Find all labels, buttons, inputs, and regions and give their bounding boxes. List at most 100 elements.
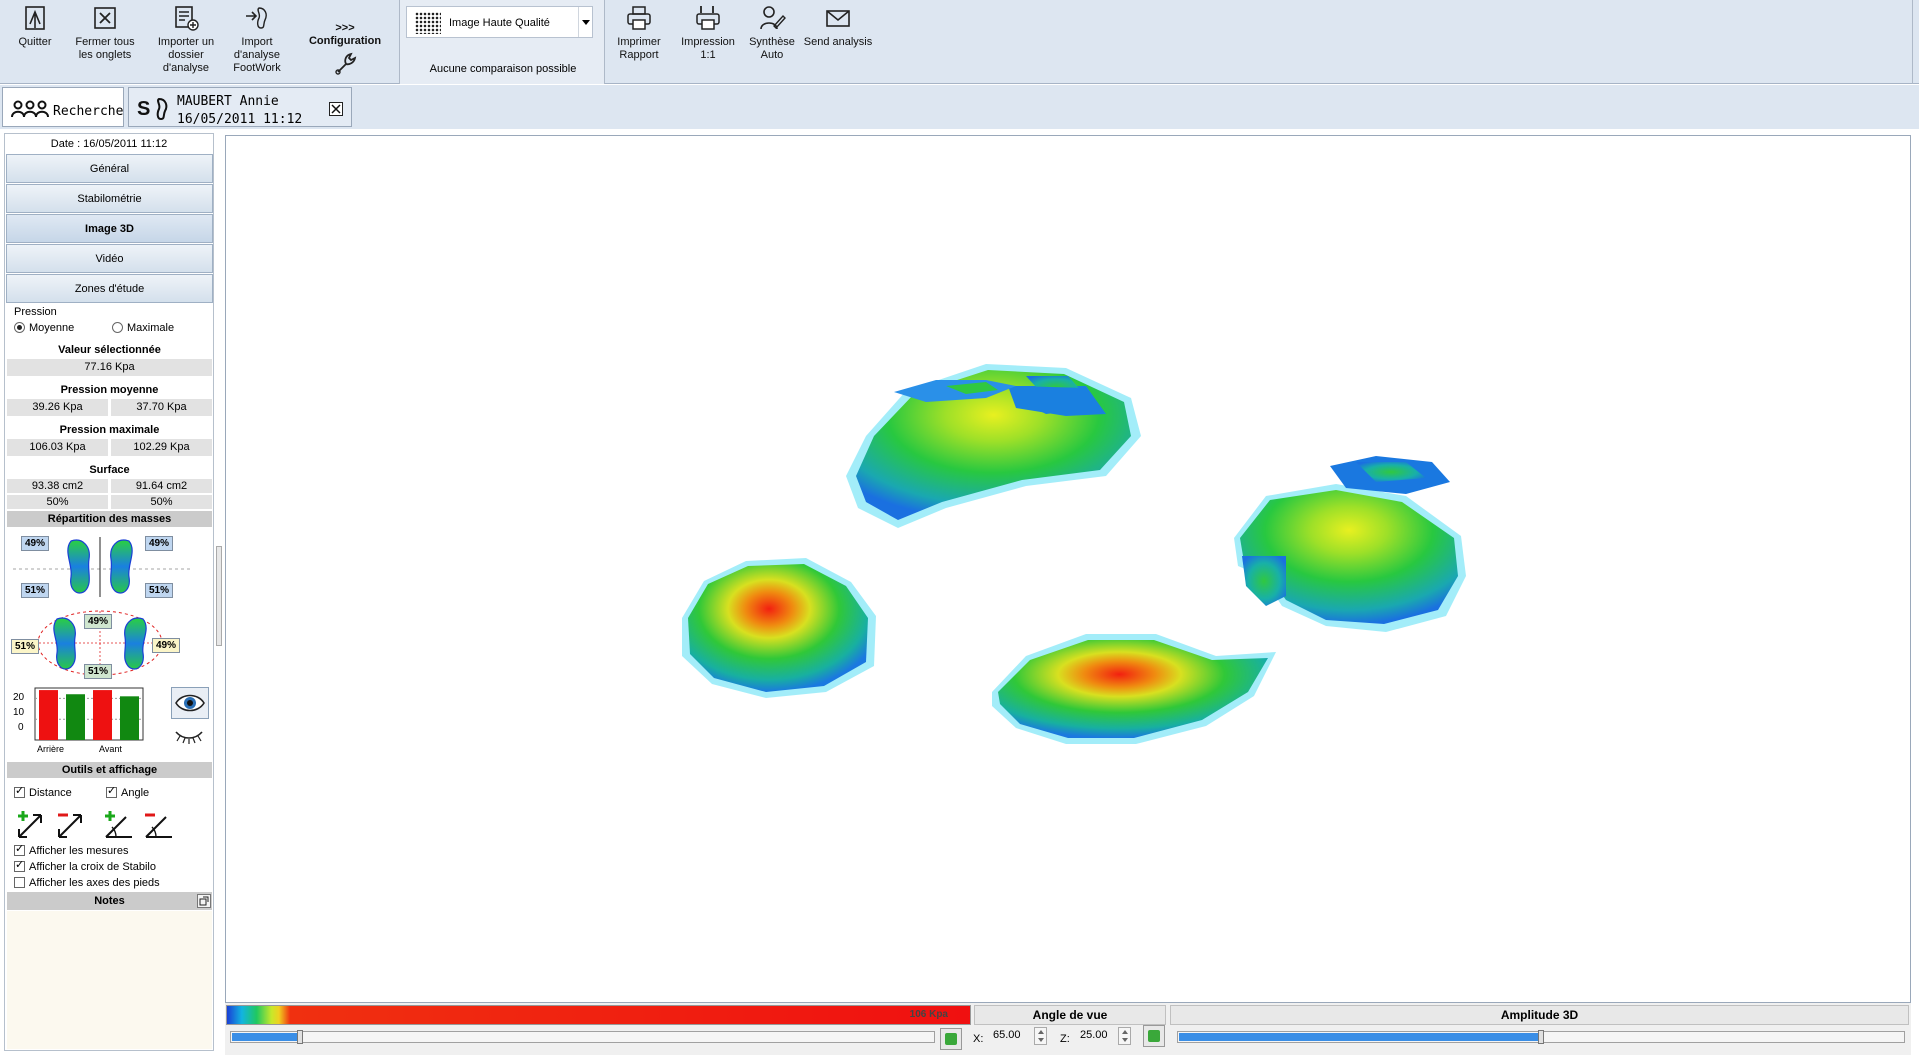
pressure-threshold-slider[interactable]	[230, 1030, 935, 1044]
afficher-axes-label: Afficher les axes des pieds	[29, 877, 160, 889]
chart-bar	[120, 696, 139, 740]
tab-patient[interactable]: S MAUBERT Annie 16/05/2011 11:12	[128, 87, 352, 127]
add-distance-icon[interactable]	[15, 809, 47, 841]
distance-label: Distance	[29, 787, 72, 799]
pressure-color-scale: 106 Kpa	[226, 1005, 971, 1025]
print-1-1-label-2: 1:1	[700, 49, 716, 61]
remove-distance-icon[interactable]	[55, 809, 87, 841]
chart-bar	[39, 690, 58, 740]
surface-right: 91.64 cm2	[111, 479, 212, 493]
import-footwork-icon	[246, 7, 267, 29]
nav-video[interactable]: Vidéo	[6, 244, 213, 273]
import-folder-button[interactable]: Importer un dossier d'analyse	[152, 4, 220, 75]
rep-side-right: 49%	[152, 638, 181, 653]
notes-expand-button[interactable]	[197, 894, 211, 908]
print-report-button[interactable]: Imprimer Rapport	[612, 4, 666, 62]
amplitude-3d-slider[interactable]	[1177, 1030, 1905, 1044]
nav-stabilometrie[interactable]: Stabilométrie	[6, 184, 213, 213]
chart-y-tick-0: 0	[18, 722, 24, 733]
bottom-controls: 106 Kpa Angle de vue Amplitude 3D X: 65.…	[225, 1003, 1911, 1055]
pression-moyenne-left: 39.26 Kpa	[7, 399, 108, 416]
pressure-3d-view[interactable]	[225, 135, 1911, 1003]
patient-date: 16/05/2011 11:12	[177, 112, 303, 127]
printer-1-1-icon	[696, 6, 720, 30]
rep-mid-left: 51%	[21, 583, 50, 598]
import-folder-label-1: Importer un	[157, 36, 215, 48]
print-1-1-button[interactable]: Impression 1:1	[676, 4, 740, 62]
pression-moyenne-right: 37.70 Kpa	[111, 399, 212, 416]
chevron-down-icon[interactable]	[578, 7, 592, 37]
rep-back: 51%	[84, 664, 113, 679]
remove-angle-icon[interactable]	[142, 809, 174, 841]
tab-recherche[interactable]: Recherche	[2, 87, 124, 127]
pression-moyenne-title: Pression moyenne	[60, 384, 159, 396]
pressure-3d-render	[682, 364, 1466, 744]
synthesis-auto-button[interactable]: Synthèse Auto	[744, 4, 800, 62]
pression-maximale-right: 102.29 Kpa	[111, 439, 212, 456]
chart-x-label-avant: Avant	[99, 744, 122, 754]
reset-x-button[interactable]	[940, 1028, 962, 1050]
pressure-threshold-thumb[interactable]	[297, 1030, 303, 1044]
send-analysis-label: Send analysis	[803, 36, 873, 48]
wrench-icon	[335, 52, 357, 75]
z-value[interactable]: 25.00	[1080, 1029, 1108, 1041]
import-footwork-label-1: Import	[241, 36, 273, 48]
reset-z-button[interactable]	[1143, 1025, 1165, 1047]
chart-bar	[66, 694, 85, 740]
afficher-croix-checkbox[interactable]	[14, 859, 25, 872]
add-angle-icon[interactable]	[102, 809, 134, 841]
synthesis-label-2: Auto	[760, 49, 784, 61]
panel-resize-handle[interactable]	[216, 546, 222, 646]
eyes-open-button[interactable]	[171, 687, 209, 719]
radio-moyenne[interactable]	[14, 322, 25, 333]
pressure-threshold-fill	[232, 1033, 299, 1041]
rep-top-left: 49%	[21, 536, 50, 551]
nav-zones-etude[interactable]: Zones d'étude	[6, 274, 213, 303]
quit-icon	[25, 6, 45, 30]
quality-select[interactable]: Image Haute Qualité	[406, 6, 593, 38]
people-icon	[11, 100, 49, 118]
outils-affichage-title: Outils et affichage	[7, 762, 212, 778]
mass-bar-chart	[34, 687, 144, 741]
close-all-tabs-button[interactable]: Fermer tous les onglets	[72, 4, 138, 62]
z-spinner[interactable]	[1118, 1027, 1131, 1045]
nav-general[interactable]: Général	[6, 154, 213, 183]
eye-open-icon	[175, 694, 205, 712]
nav-image-3d[interactable]: Image 3D	[6, 214, 213, 243]
surface-pct-left: 50%	[7, 495, 108, 509]
eyes-closed-button[interactable]	[171, 722, 209, 750]
import-footwork-button[interactable]: Import d'analyse FootWork	[226, 4, 288, 75]
send-analysis-button[interactable]: Send analysis	[802, 4, 874, 49]
afficher-mesures-label: Afficher les mesures	[29, 845, 129, 857]
amplitude-3d-thumb[interactable]	[1538, 1030, 1544, 1044]
angle-checkbox[interactable]	[106, 785, 117, 798]
right-heel-blob	[992, 634, 1276, 744]
x-spinner[interactable]	[1034, 1027, 1047, 1045]
valeur-selectionnee-title: Valeur sélectionnée	[58, 344, 161, 356]
configuration-button[interactable]: >>> Configuration	[300, 22, 390, 80]
close-tabs-label-2: les onglets	[78, 49, 132, 61]
surface-left: 93.38 cm2	[7, 479, 108, 493]
z-label: Z:	[1060, 1033, 1070, 1045]
afficher-axes-checkbox[interactable]	[14, 877, 25, 888]
quality-panel: Image Haute Qualité Aucune comparaison p…	[399, 0, 605, 84]
synthesis-icon	[760, 6, 786, 30]
close-tab-button[interactable]	[329, 102, 343, 116]
printer-icon	[627, 6, 651, 30]
rep-top-right: 49%	[145, 536, 174, 551]
import-folder-label-2: dossier	[168, 49, 204, 61]
import-footwork-label-3: FootWork	[233, 62, 281, 74]
quit-button[interactable]: Quitter	[12, 4, 58, 49]
radio-maximale[interactable]	[112, 322, 123, 333]
notes-textarea[interactable]	[7, 911, 212, 1049]
eye-closed-icon	[175, 731, 203, 744]
pression-label: Pression	[14, 306, 57, 318]
chart-y-tick-20: 20	[13, 692, 25, 703]
afficher-croix-label: Afficher la croix de Stabilo	[29, 861, 156, 873]
afficher-mesures-checkbox[interactable]	[14, 843, 25, 856]
distance-checkbox[interactable]	[14, 785, 25, 798]
x-value[interactable]: 65.00	[993, 1029, 1021, 1041]
left-panel: Date : 16/05/2011 11:12 Général Stabilom…	[4, 133, 222, 1051]
print-1-1-label-1: Impression	[681, 36, 735, 48]
close-tabs-icon	[94, 7, 116, 29]
